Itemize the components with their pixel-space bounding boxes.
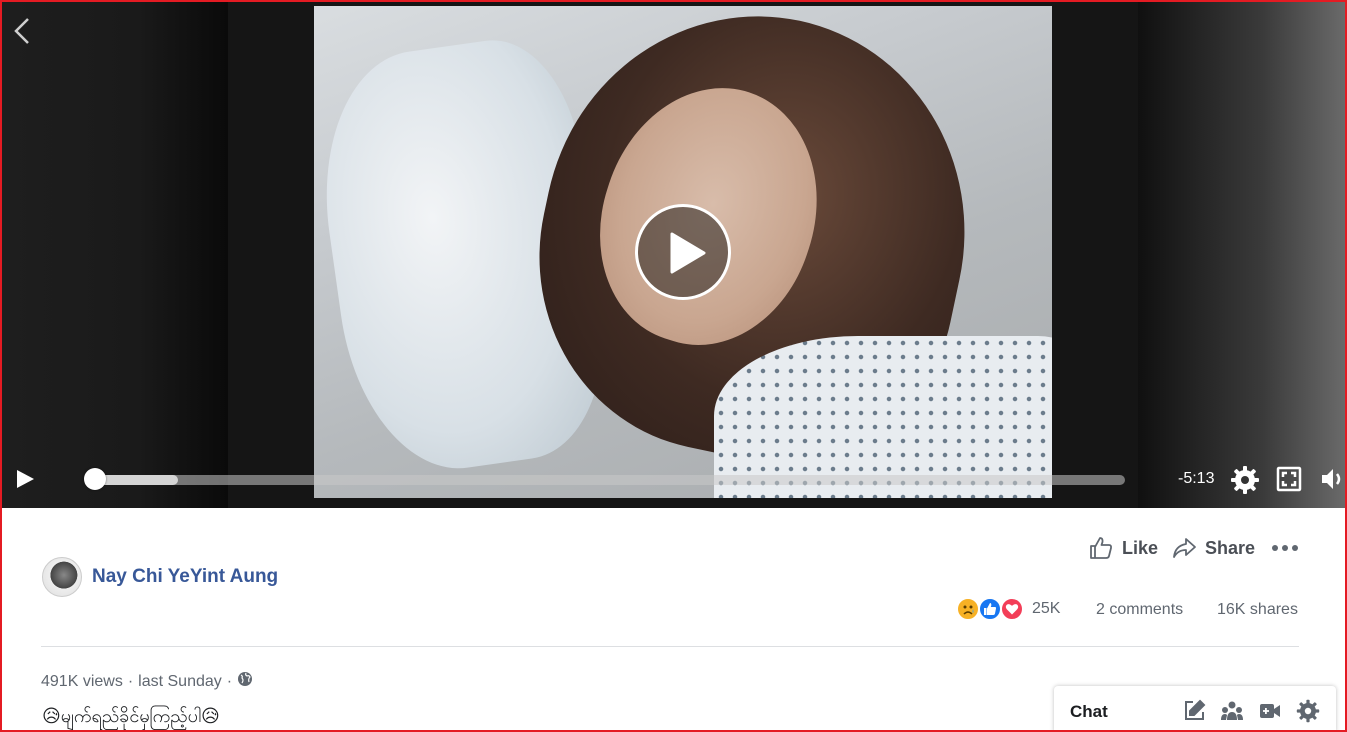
love-reaction-icon <box>1000 597 1024 621</box>
video-backdrop-left <box>2 2 228 508</box>
video-backdrop-right <box>1138 2 1345 508</box>
chat-label: Chat <box>1070 702 1108 721</box>
like-label: Like <box>1122 537 1159 558</box>
more-dots-icon <box>1272 545 1298 551</box>
share-arrow-icon <box>1173 538 1196 558</box>
comments-count-link[interactable]: 2 comments <box>1096 601 1183 619</box>
avatar[interactable] <box>42 557 82 597</box>
post-meta: 491K views · last Sunday · <box>41 671 253 692</box>
meta-separator: · <box>226 672 233 690</box>
post-caption: 😥မျက်ရည်ခိုင်မှကြည့်ပါ😥 <box>42 706 220 727</box>
share-button[interactable]: Share <box>1171 533 1255 563</box>
thumbs-up-icon <box>1090 537 1112 559</box>
more-options-button[interactable] <box>1272 533 1298 563</box>
post-timestamp[interactable]: last Sunday <box>138 673 222 691</box>
reactions-summary[interactable]: 25K <box>956 595 1060 623</box>
sad-reaction-icon <box>956 597 980 621</box>
seek-handle[interactable] <box>84 468 106 490</box>
meta-separator: · <box>127 672 134 690</box>
settings-gear-icon[interactable] <box>1230 465 1260 495</box>
reaction-count: 25K <box>1032 600 1061 617</box>
like-button[interactable]: Like <box>1088 533 1158 563</box>
play-overlay-button[interactable] <box>635 204 731 300</box>
fullscreen-icon[interactable] <box>1276 466 1302 492</box>
chat-settings-gear-icon[interactable] <box>1296 699 1320 723</box>
share-label: Share <box>1205 537 1256 558</box>
view-count: 491K views <box>41 672 123 690</box>
video-call-icon[interactable] <box>1258 699 1282 723</box>
shares-count-link[interactable]: 16K shares <box>1217 601 1298 619</box>
globe-icon[interactable] <box>237 671 253 692</box>
play-icon <box>670 232 706 274</box>
back-chevron-icon[interactable] <box>12 16 32 46</box>
video-player[interactable]: -5:13 <box>2 2 1345 508</box>
volume-icon[interactable] <box>1318 464 1345 494</box>
author-name-link[interactable]: Nay Chi YeYint Aung <box>92 566 278 588</box>
new-group-icon[interactable] <box>1220 699 1244 723</box>
seek-bar[interactable] <box>90 475 1125 485</box>
time-remaining: -5:13 <box>1178 470 1215 487</box>
video-controls: -5:13 <box>2 458 1345 502</box>
chat-bar[interactable]: Chat <box>1054 686 1336 732</box>
like-reaction-icon <box>978 597 1002 621</box>
play-button[interactable] <box>14 468 36 490</box>
play-icon <box>17 470 34 488</box>
divider <box>41 646 1299 647</box>
compose-icon[interactable] <box>1182 699 1206 723</box>
